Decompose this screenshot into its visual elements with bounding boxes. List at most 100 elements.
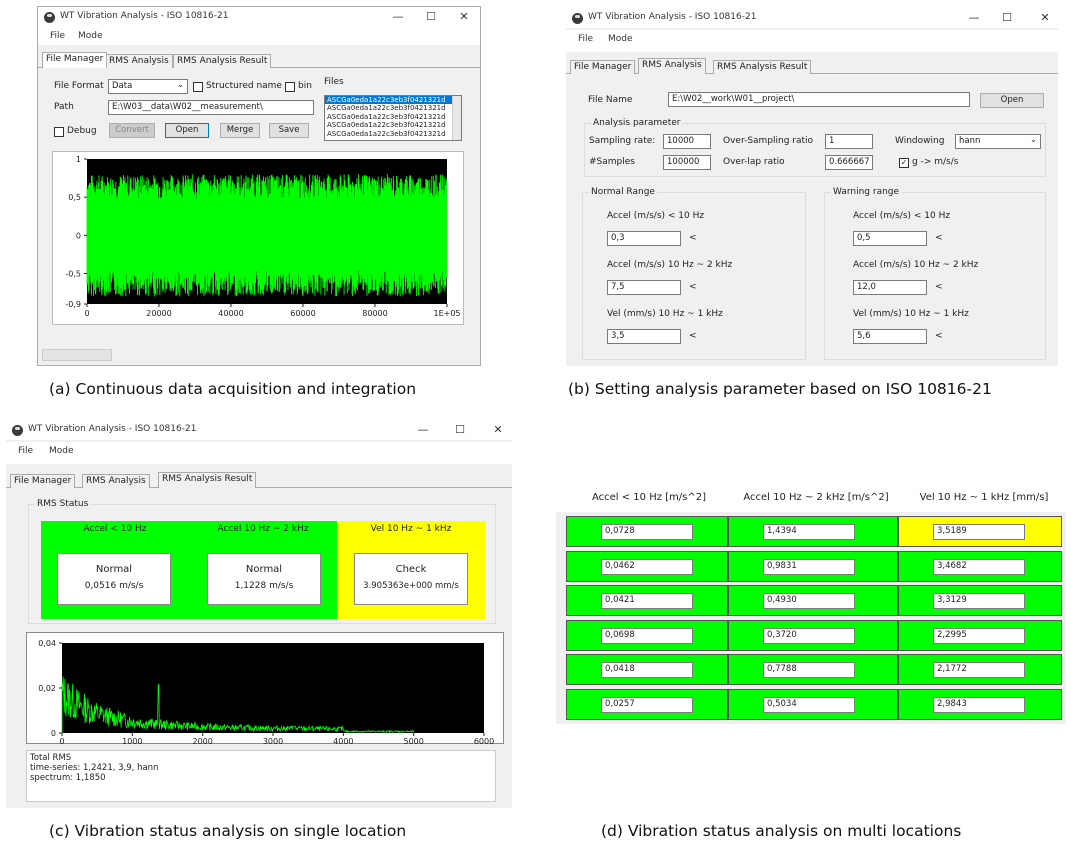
y-tick-label: 0: [76, 231, 81, 240]
tab-rms-analysis[interactable]: RMS Analysis: [638, 58, 706, 74]
g-convert-checkbox[interactable]: ✓: [899, 158, 909, 168]
value-field[interactable]: 0,3720: [763, 627, 855, 644]
table-cell: 0,0257: [566, 689, 728, 720]
listbox-scrollbar[interactable]: [452, 96, 461, 140]
file-name-input[interactable]: E:\W02__work\W01__project\: [668, 92, 970, 107]
caption-c: (c) Vibration status analysis on single …: [49, 822, 407, 840]
status-value: 3.905363e+000 mm/s: [363, 581, 459, 591]
value-field[interactable]: 0,7788: [763, 662, 855, 679]
open-button[interactable]: Open: [980, 93, 1044, 108]
path-input[interactable]: E:\W03__data\W02__measurement\: [108, 100, 314, 115]
status-label: Normal: [245, 564, 283, 575]
title-bar[interactable]: WT Vibration Analysis - ISO 10816-21 — ☐…: [6, 420, 512, 440]
window-file-manager: WT Vibration Analysis - ISO 10816-21 — ☐…: [37, 6, 481, 366]
file-item[interactable]: ASCGa0eda1a22c3eb3f0421321d: [325, 130, 461, 138]
table-cell: 0,0421: [566, 585, 728, 617]
normal-accel-mid-input[interactable]: 7,5: [607, 280, 681, 295]
merge-button[interactable]: Merge: [220, 123, 260, 138]
menu-file[interactable]: File: [18, 446, 33, 456]
menu-mode[interactable]: Mode: [49, 446, 74, 456]
menu-bar: File Mode: [6, 442, 512, 464]
warning-vel-input[interactable]: 5,6: [853, 329, 927, 344]
app-icon: [44, 12, 55, 23]
spectrum-chart-frame: 0,04 0,02 0 0 1000 2000 3000 4000 5000 6000: [26, 632, 504, 745]
open-button[interactable]: Open: [165, 123, 209, 138]
value-field[interactable]: 0,0421: [601, 593, 693, 610]
file-name-label: File Name: [588, 95, 633, 105]
file-item[interactable]: ASCGa0eda1a22c3eb3f0421321d: [325, 113, 461, 121]
value-field[interactable]: 0,0257: [601, 697, 693, 713]
x-tick-label: 0: [84, 309, 89, 318]
value-field[interactable]: 2,2995: [933, 627, 1025, 644]
save-button[interactable]: Save: [269, 123, 309, 138]
app-icon: [12, 425, 23, 436]
debug-checkbox[interactable]: [54, 127, 64, 137]
tab-rms-analysis-result[interactable]: RMS Analysis Result: [713, 60, 812, 74]
status-bar: [42, 349, 112, 361]
tab-rms-analysis-result[interactable]: RMS Analysis Result: [173, 54, 272, 68]
value-field[interactable]: 0,0462: [601, 558, 693, 575]
tab-rms-analysis[interactable]: RMS Analysis: [105, 54, 173, 68]
value-field[interactable]: 0,5034: [763, 697, 855, 713]
value-field[interactable]: 0,0728: [601, 524, 693, 540]
value-field[interactable]: 0,0418: [601, 662, 693, 679]
menu-file[interactable]: File: [578, 34, 593, 44]
x-tick-label: 20000: [146, 309, 171, 318]
y-tick-label: 0,04: [38, 639, 56, 648]
normal-vel-input[interactable]: 3,5: [607, 329, 681, 344]
normal-accel-low-input[interactable]: 0,3: [607, 231, 681, 246]
file-item[interactable]: ASCGa0eda1a22c3eb3f0421321d: [325, 104, 461, 112]
bin-checkbox[interactable]: [285, 82, 295, 92]
total-rms-title: Total RMS: [30, 753, 72, 763]
files-listbox[interactable]: ASCGa0eda1a22c3eb3f0421321d ASCGa0eda1a2…: [324, 95, 462, 141]
tab-file-manager[interactable]: File Manager: [570, 60, 636, 74]
minimize-icon[interactable]: —: [966, 10, 982, 26]
value-field[interactable]: 0,4930: [763, 593, 855, 610]
close-icon[interactable]: ✕: [490, 422, 506, 438]
warning-accel-low-input[interactable]: 0,5: [853, 231, 927, 246]
tab-rms-analysis[interactable]: RMS Analysis: [82, 474, 150, 488]
value-field[interactable]: 2,1772: [933, 662, 1025, 679]
maximize-icon[interactable]: ☐: [452, 422, 468, 438]
maximize-icon[interactable]: ☐: [423, 9, 439, 25]
value-field[interactable]: 0,0698: [601, 627, 693, 644]
menu-mode[interactable]: Mode: [78, 31, 103, 41]
close-icon[interactable]: ✕: [1037, 10, 1053, 26]
file-format-select[interactable]: Data ⌄: [108, 79, 188, 94]
title-bar[interactable]: WT Vibration Analysis - ISO 10816-21 — ☐…: [566, 8, 1058, 28]
file-item[interactable]: ASCGa0eda1a22c3eb3f0421321d: [325, 96, 461, 105]
status-cell-header: Vel 10 Hz ~ 1 kHz: [370, 524, 452, 534]
value-field[interactable]: 3,3129: [933, 593, 1025, 610]
windowing-select[interactable]: hann ⌄: [955, 134, 1041, 149]
x-tick-label: 6000: [474, 737, 494, 745]
title-bar[interactable]: WT Vibration Analysis - ISO 10816-21 — ☐…: [38, 7, 480, 27]
menu-bar: File Mode: [566, 30, 1058, 52]
overlap-input[interactable]: 0.666667: [825, 155, 873, 170]
caption-d: (d) Vibration status analysis on multi l…: [601, 822, 962, 840]
menu-mode[interactable]: Mode: [608, 34, 633, 44]
convert-button[interactable]: Convert: [109, 123, 155, 138]
y-tick-label: 0,02: [38, 684, 56, 693]
table-cell: 0,0728: [566, 516, 728, 547]
minimize-icon[interactable]: —: [415, 422, 431, 438]
close-icon[interactable]: ✕: [456, 9, 472, 25]
minimize-icon[interactable]: —: [390, 9, 406, 25]
tab-file-manager[interactable]: File Manager: [10, 474, 76, 488]
file-item[interactable]: ASCGa0eda1a22c3eb3f0421321d: [325, 121, 461, 129]
tab-rms-analysis-result[interactable]: RMS Analysis Result: [158, 472, 257, 488]
structured-name-checkbox[interactable]: [193, 82, 203, 92]
status-cell-header: Accel < 10 Hz: [83, 524, 147, 534]
menu-file[interactable]: File: [50, 31, 65, 41]
value-field[interactable]: 1,4394: [763, 524, 855, 540]
sampling-rate-input[interactable]: 10000: [663, 134, 711, 149]
samples-input[interactable]: 100000: [663, 155, 711, 170]
value-field[interactable]: 0,9831: [763, 558, 855, 575]
value-field[interactable]: 3,5189: [933, 524, 1025, 540]
value-field[interactable]: 2,9843: [933, 697, 1025, 713]
warning-accel-mid-input[interactable]: 12,0: [853, 280, 927, 295]
status-cell-accel-low: Accel < 10 Hz Normal 0,0516 m/s/s: [41, 521, 189, 619]
value-field[interactable]: 3,4682: [933, 558, 1025, 575]
tab-file-manager[interactable]: File Manager: [42, 52, 108, 68]
maximize-icon[interactable]: ☐: [999, 10, 1015, 26]
oversampling-input[interactable]: 1: [825, 134, 873, 149]
